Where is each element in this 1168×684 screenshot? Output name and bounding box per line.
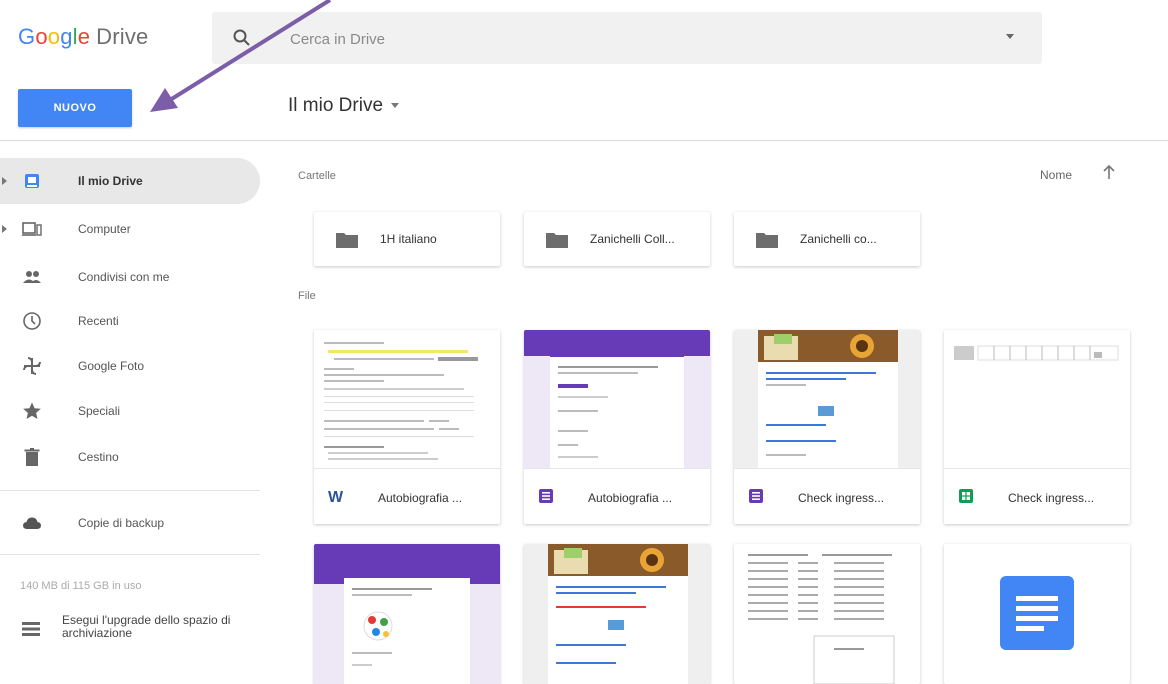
sidebar-item-recent[interactable]: Recenti: [0, 298, 260, 344]
sidebar-item-shared[interactable]: Condivisi con me: [0, 254, 260, 300]
folder-card[interactable]: Zanichelli Coll...: [524, 212, 710, 266]
file-thumbnail: [314, 330, 500, 468]
expand-arrow-icon[interactable]: [2, 225, 7, 233]
file-name: Check ingress...: [798, 491, 885, 505]
sidebar-item-google-photos[interactable]: Google Foto: [0, 343, 260, 389]
folder-icon: [546, 233, 568, 248]
folders-section-label: Cartelle: [298, 170, 336, 182]
google-drive-logo[interactable]: Google Drive: [18, 24, 149, 50]
folder-icon: [336, 233, 358, 248]
google-sheets-icon: [959, 489, 973, 503]
shared-icon: [23, 271, 41, 283]
header-divider: [0, 140, 1168, 141]
file-card[interactable]: W Autobiografia ...: [314, 330, 500, 524]
google-forms-icon: [539, 489, 553, 503]
form-preview: [314, 544, 500, 684]
computer-icon: [22, 222, 42, 236]
file-card[interactable]: [524, 544, 710, 684]
search-options-dropdown-icon[interactable]: [1006, 34, 1014, 39]
file-name: Check ingress...: [1008, 491, 1095, 505]
arrow-up-icon[interactable]: [1102, 164, 1116, 180]
logo-drive-text: Drive: [96, 24, 149, 49]
file-meta: Check ingress...: [734, 468, 920, 524]
logo-letter: e: [77, 24, 91, 49]
sidebar-item-my-drive[interactable]: Il mio Drive: [0, 158, 260, 204]
sidebar: Il mio Drive Computer Condivisi con me R…: [0, 150, 272, 678]
file-card[interactable]: Check ingress...: [944, 330, 1130, 524]
file-name: Autobiografia ...: [588, 491, 673, 505]
file-thumbnail: [734, 330, 920, 468]
page-title: Il mio Drive: [288, 95, 384, 116]
file-card[interactable]: [944, 544, 1130, 684]
storage-list-icon: [22, 622, 40, 636]
logo-letter: o: [47, 24, 61, 49]
upgrade-storage-link[interactable]: Esegui l'upgrade dello spazio di archivi…: [0, 610, 272, 650]
files-section-label: File: [298, 290, 316, 302]
folder-name: Zanichelli Coll...: [590, 232, 675, 246]
search-icon[interactable]: [230, 26, 254, 50]
star-icon: [23, 402, 41, 419]
logo-letter: o: [35, 24, 48, 49]
sidebar-divider: [0, 554, 260, 555]
cloud-icon: [23, 517, 41, 529]
sidebar-item-label: Speciali: [78, 404, 121, 418]
sidebar-item-computer[interactable]: Computer: [0, 206, 260, 252]
sidebar-item-label: Computer: [78, 222, 131, 236]
expand-arrow-icon[interactable]: [2, 177, 7, 185]
svg-text:W: W: [328, 489, 344, 504]
clock-icon: [23, 312, 41, 330]
main-content: Cartelle Nome 1H italiano Zanichelli Col…: [288, 150, 1168, 684]
sidebar-item-starred[interactable]: Speciali: [0, 388, 260, 434]
photos-icon: [23, 357, 41, 375]
file-name: Autobiografia ...: [378, 491, 463, 505]
form-preview: [548, 544, 688, 684]
sidebar-item-label: Copie di backup: [78, 516, 165, 530]
file-card[interactable]: Check ingress...: [734, 330, 920, 524]
chevron-down-icon: [391, 103, 400, 109]
sidebar-item-backups[interactable]: Copie di backup: [0, 500, 260, 546]
my-drive-icon: [25, 174, 39, 188]
sidebar-item-label: Condivisi con me: [78, 270, 170, 284]
file-card[interactable]: Autobiografia ...: [524, 330, 710, 524]
search-input[interactable]: [288, 25, 952, 53]
sidebar-divider: [0, 490, 260, 491]
google-forms-icon: [749, 489, 763, 503]
file-meta: Check ingress...: [944, 468, 1130, 524]
location-title-dropdown[interactable]: Il mio Drive: [288, 95, 400, 117]
file-card[interactable]: [734, 544, 920, 684]
folder-icon: [756, 233, 778, 248]
folder-name: Zanichelli co...: [800, 232, 877, 246]
sidebar-item-label: Google Foto: [78, 359, 145, 373]
trash-icon: [24, 448, 40, 466]
file-card[interactable]: [314, 544, 500, 684]
upgrade-storage-label: Esegui l'upgrade dello spazio di archivi…: [62, 613, 231, 640]
logo-letter: g: [60, 24, 73, 49]
sort-by-name-button[interactable]: Nome: [1040, 168, 1072, 182]
folder-name: 1H italiano: [380, 232, 437, 246]
form-preview: [758, 330, 898, 468]
spreadsheet-preview: [748, 554, 895, 684]
sidebar-item-label: Cestino: [78, 450, 119, 464]
file-meta: W Autobiografia ...: [314, 468, 500, 524]
sidebar-item-trash[interactable]: Cestino: [0, 434, 260, 480]
storage-usage-text: 140 MB di 115 GB in uso: [20, 580, 142, 592]
header: Google Drive: [0, 0, 1168, 72]
file-thumbnail: [524, 330, 710, 468]
folder-card[interactable]: 1H italiano: [314, 212, 500, 266]
sidebar-item-label: Recenti: [78, 314, 119, 328]
form-preview: [524, 330, 710, 468]
file-meta: Autobiografia ...: [524, 468, 710, 524]
logo-letter: G: [18, 24, 36, 49]
search-bar[interactable]: [212, 12, 1042, 64]
word-icon: W: [328, 489, 344, 504]
google-docs-icon: [1000, 576, 1074, 650]
sidebar-item-label: Il mio Drive: [78, 174, 143, 188]
new-button[interactable]: NUOVO: [18, 89, 132, 127]
document-preview: [324, 342, 478, 460]
spreadsheet-preview: [954, 345, 1119, 361]
file-thumbnail: [944, 330, 1130, 468]
folder-card[interactable]: Zanichelli co...: [734, 212, 920, 266]
